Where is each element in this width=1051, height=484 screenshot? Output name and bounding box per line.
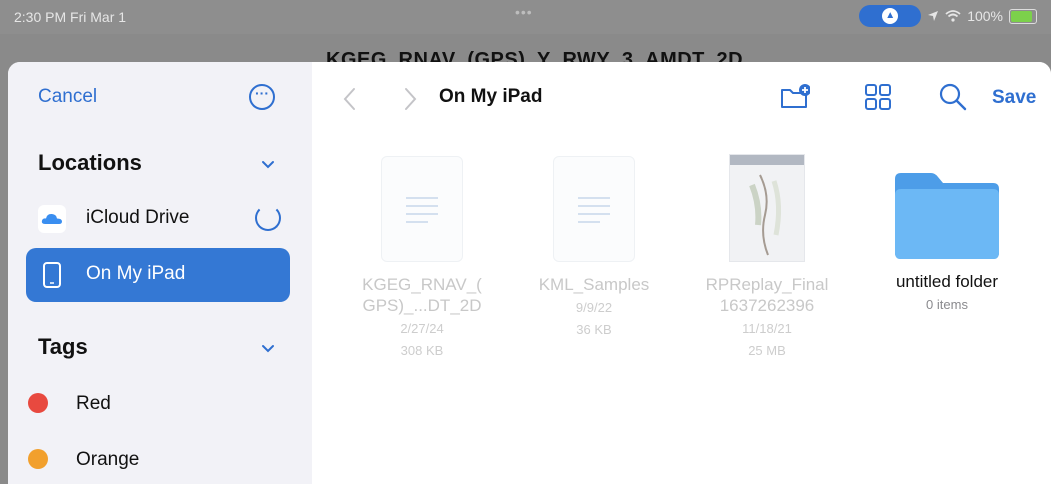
multitasking-dots[interactable]: ••• [515,4,533,20]
folder-item-count: 0 items [926,297,968,312]
navigation-indicator: ▲ [859,5,922,27]
sidebar-item-icloud-drive[interactable]: iCloud Drive [26,192,290,246]
file-size: 36 KB [576,322,612,337]
loading-spinner-icon [255,205,281,231]
file-size: 308 KB [400,343,444,358]
tag-label-red: Red [76,393,111,414]
current-location-title: On My iPad [439,86,543,107]
red-tag-dot-icon [28,393,48,413]
grid-view-icon[interactable] [863,82,893,112]
file-name: KML_Samples [538,275,650,294]
chevron-down-icon[interactable] [261,342,275,356]
document-icon [381,156,463,262]
navigation-icon: ▲ [882,8,899,24]
battery-percent: 100% [967,8,1003,24]
file-item-rpreplay[interactable]: RPReplay_Final 1637262396 11/18/21 25 MB [687,152,847,360]
locations-heading[interactable]: Locations [38,150,142,176]
document-picker-sheet: Cancel ··· Locations iCloud Drive On My … [8,62,1051,484]
back-icon[interactable] [340,86,360,112]
file-name: KGEG_RNAV_( GPS)_...DT_2D [362,275,482,315]
wifi-icon [945,10,961,22]
file-size: 25 MB [748,343,786,358]
file-item-kml-samples[interactable]: KML_Samples 9/9/22 36 KB [514,152,674,339]
ipad-icon [43,262,61,288]
file-browser: On My iPad Save KGEG_RNAV_(GPS)_...DT_2… [312,62,1051,484]
chevron-down-icon[interactable] [261,158,275,172]
file-date: 2/27/24 [400,321,444,336]
location-arrow-icon [928,11,939,21]
more-options-icon[interactable]: ··· [249,84,275,110]
sidebar-item-label: On My iPad [86,263,186,284]
sidebar-item-on-my-ipad[interactable]: On My iPad [26,248,290,302]
file-name: RPReplay_Final 1637262396 [705,275,829,315]
status-bar: 2:30 PM Fri Mar 1 ••• ▲ 100% [0,0,1051,34]
status-time: 2:30 PM Fri Mar 1 [14,9,127,25]
file-date: 11/18/21 [742,321,792,336]
cancel-button[interactable]: Cancel [38,86,97,108]
status-indicators: ▲ 100% [859,5,1037,27]
folder-name: untitled folder [895,272,999,291]
folder-item-untitled[interactable]: untitled folder 0 items [867,152,1027,314]
file-date: 9/9/22 [575,300,613,315]
tag-label-orange: Orange [76,449,140,470]
icloud-icon [38,205,66,233]
new-folder-icon[interactable] [780,82,810,112]
orange-tag-dot-icon [28,449,48,469]
document-icon [553,156,635,262]
battery-icon [1009,8,1037,24]
sidebar: Cancel ··· Locations iCloud Drive On My … [8,62,312,484]
search-icon[interactable] [938,82,968,112]
image-thumbnail [729,154,805,262]
background-app-header: KGEG_RNAV_(GPS)_Y_RWY_3_AMDT_2D [0,34,1051,71]
sidebar-item-label: iCloud Drive [86,207,190,228]
folder-icon [895,173,999,259]
file-item-kgeg-rnav[interactable]: KGEG_RNAV_( GPS)_...DT_2D 2/27/24 308 KB [342,152,502,360]
forward-icon[interactable] [400,86,420,112]
tags-heading[interactable]: Tags [38,334,88,360]
save-button[interactable]: Save [992,87,1036,109]
